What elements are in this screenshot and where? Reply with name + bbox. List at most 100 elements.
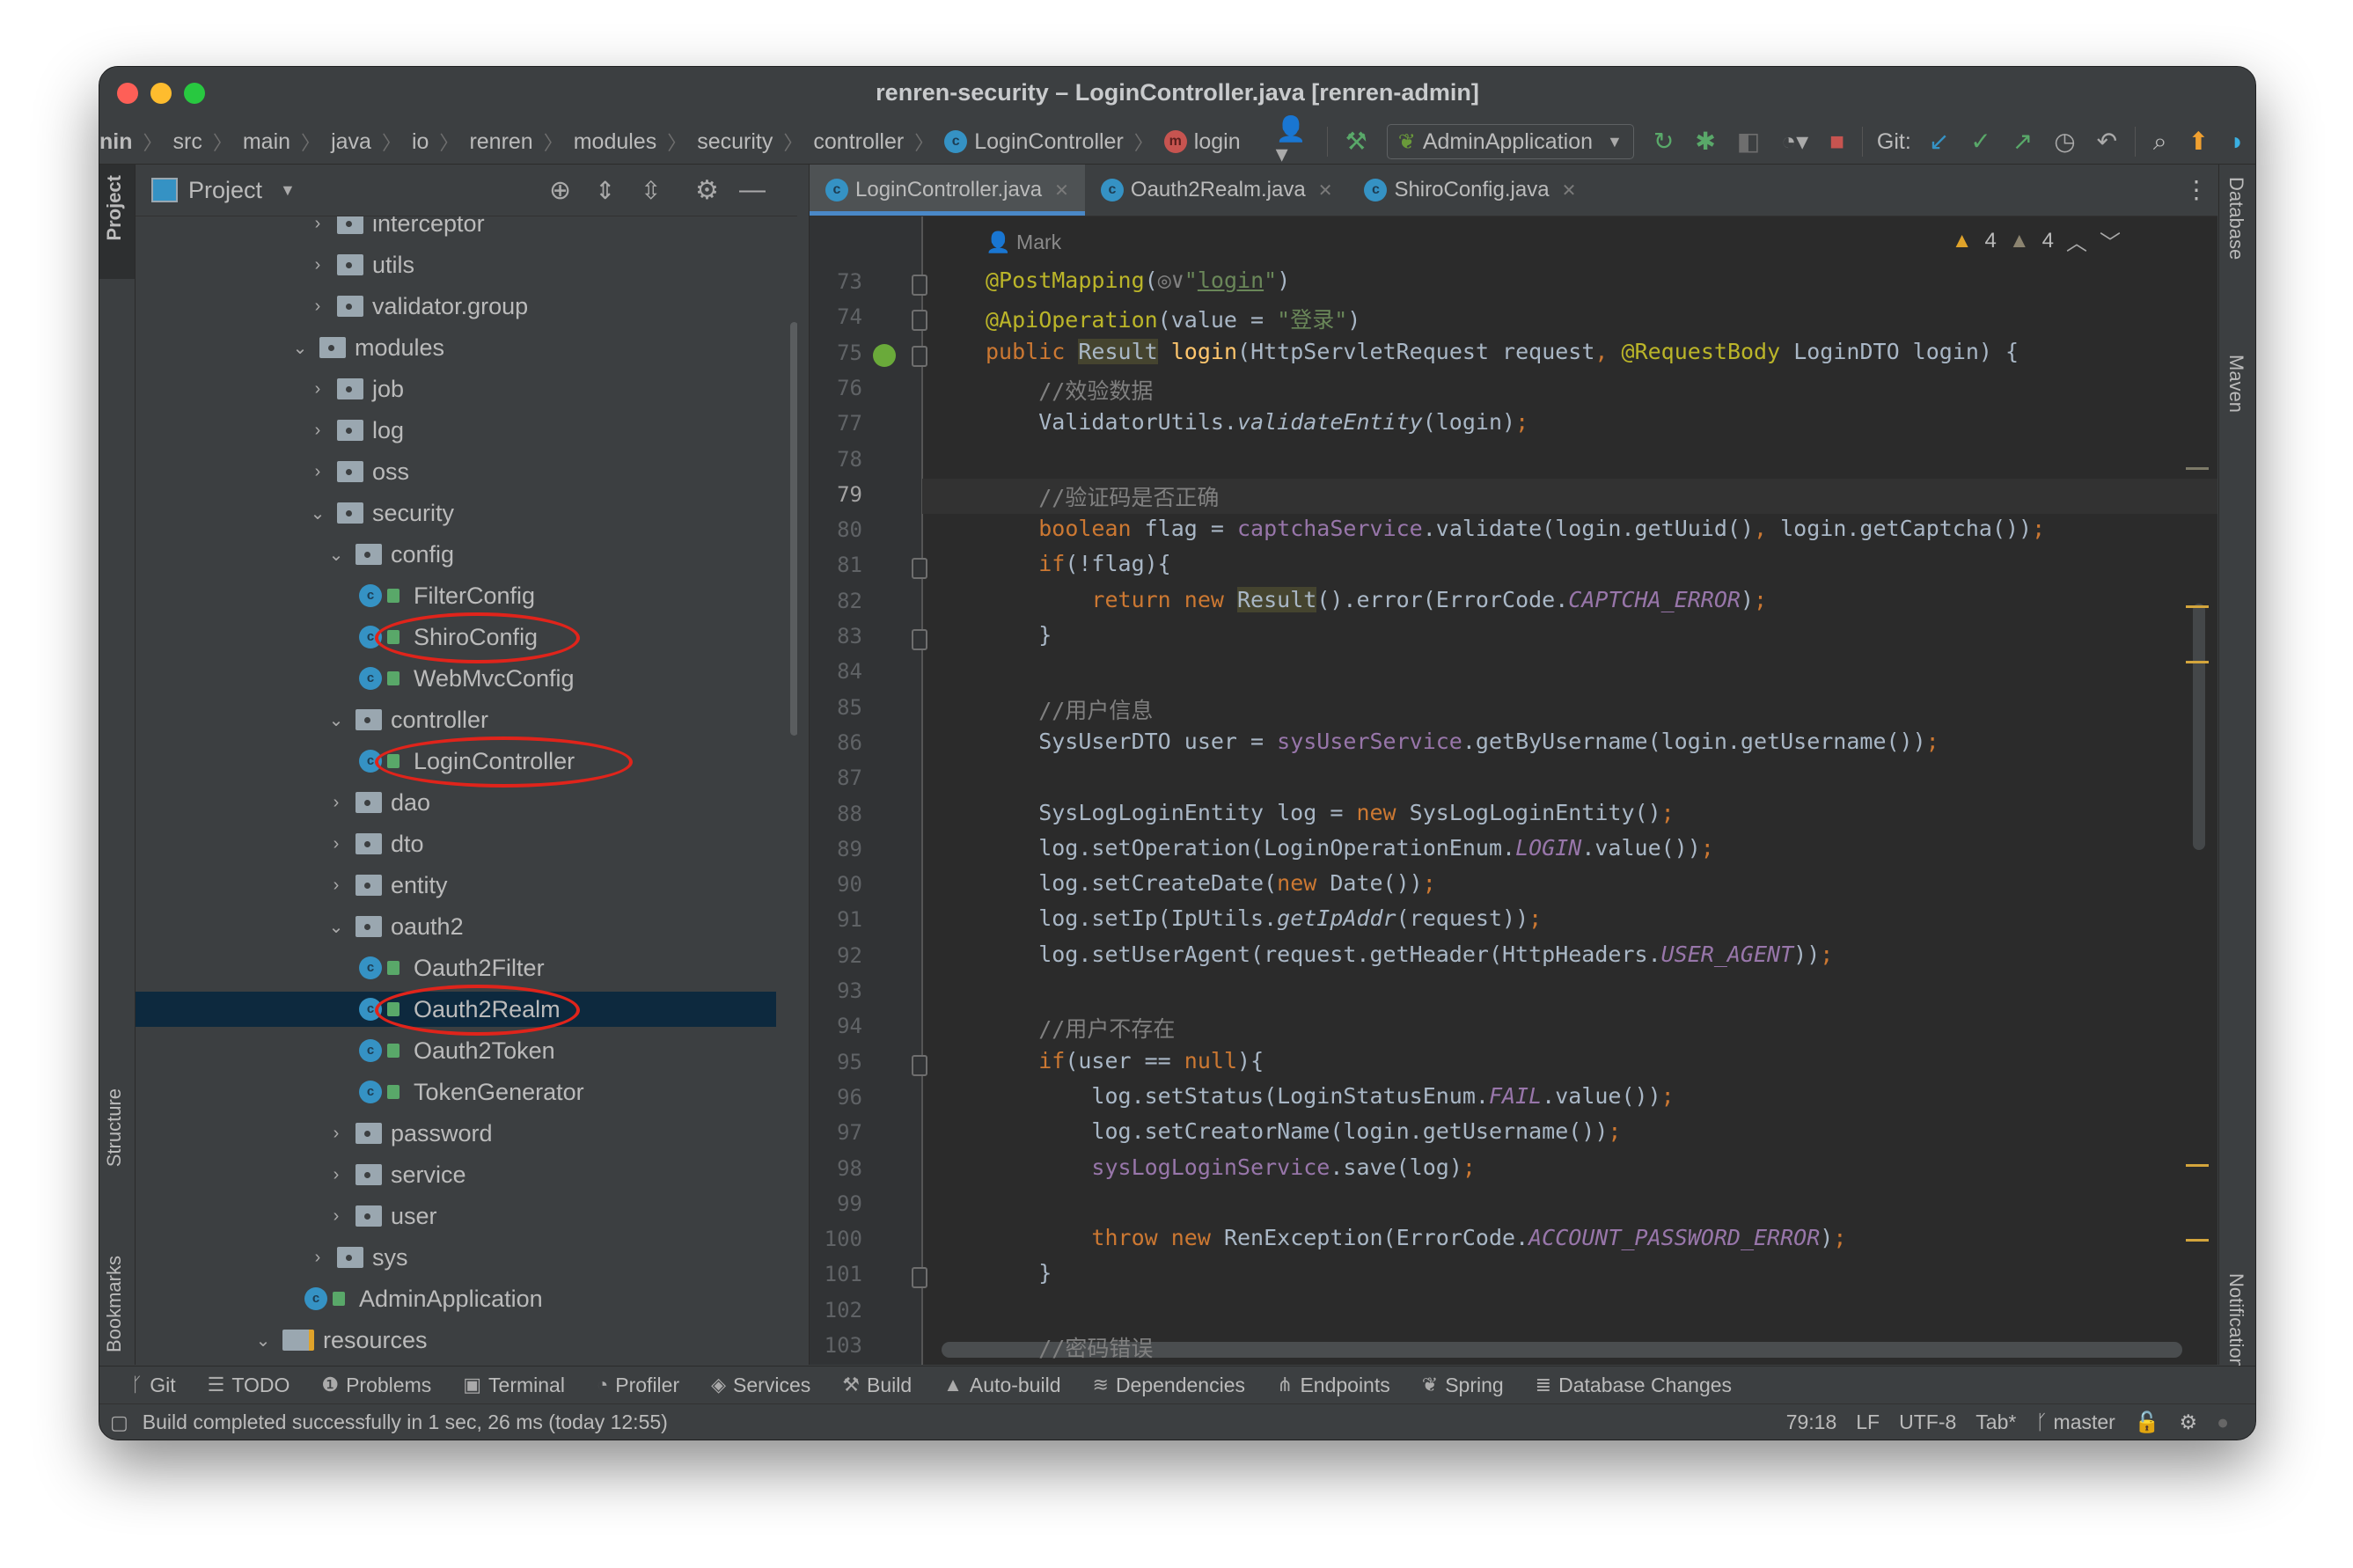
line-number[interactable]: 98 [810,1156,862,1181]
coverage-icon[interactable]: ◧ [1737,129,1760,154]
chevron-right-icon[interactable]: › [307,216,328,234]
chevron-right-icon[interactable]: › [326,876,347,896]
chevron-down-icon[interactable]: ⌄ [326,916,347,938]
fold-marker-icon[interactable] [912,1054,927,1076]
line-number[interactable]: 89 [810,837,862,861]
update-available-icon[interactable]: ⬆ [2188,129,2209,154]
run-configuration-select[interactable]: ❦ AdminApplication ▼ [1386,124,1634,159]
code-editor[interactable]: 👤 Mark ▲ 4 ▲ 4 ︿ ﹀ 72 73 @PostMapping(◎∨"log… [810,216,2217,1365]
next-highlight-icon[interactable]: ﹀ [2100,225,2121,256]
fold-marker-icon[interactable] [912,275,927,296]
tool-window-problems[interactable]: ❶ Problems [321,1374,431,1397]
line-number[interactable]: 99 [810,1191,862,1216]
search-icon[interactable]: ⌕ [2153,129,2167,154]
fold-marker-icon[interactable] [912,629,927,650]
indent-setting[interactable]: Tab* [1975,1410,2016,1434]
tool-window-todo[interactable]: ☰ TODO [208,1374,290,1397]
editor-tab[interactable]: c LoginController.java ✕ [810,165,1085,216]
tool-window-terminal[interactable]: ▣ Terminal [463,1374,565,1397]
tree-item-folder[interactable]: ⌄mapper [136,1364,776,1365]
line-number[interactable]: 103 [810,1333,862,1358]
breadcrumb-item[interactable]: io [412,129,429,155]
tree-item-folder[interactable]: ⌄ config [136,537,776,572]
code-line[interactable]: //密码错误 [986,1331,1153,1363]
chevron-right-icon[interactable]: › [326,793,347,813]
code-line[interactable]: log.setCreatorName(login.getUsername()); [986,1118,1621,1144]
tree-item-folder[interactable]: › service [136,1157,776,1192]
chevron-down-icon[interactable]: ⌄ [326,709,347,731]
chevron-right-icon[interactable]: › [307,462,328,482]
code-line[interactable]: log.setOperation(LoginOperationEnum.LOGI… [986,835,1714,861]
line-number[interactable]: 79 [810,482,862,507]
tool-window-spring[interactable]: ❦ Spring [1422,1374,1504,1397]
code-line[interactable]: SysUserDTO user = sysUserService.getByUs… [986,729,1939,754]
chevron-right-icon[interactable]: › [326,1206,347,1227]
chevron-down-icon[interactable]: ⌄ [307,502,328,524]
tree-item-class[interactable]: c LoginController [136,744,776,779]
line-number[interactable]: 83 [810,624,862,648]
tree-item-class[interactable]: c Oauth2Token [136,1033,776,1068]
event-indicator-icon[interactable]: ● [2217,1410,2229,1434]
line-number[interactable]: 101 [810,1262,862,1286]
git-history-icon[interactable]: ◷ [2054,129,2075,154]
code-line[interactable]: } [986,1260,1052,1286]
previous-highlight-icon[interactable]: ︿ [2066,225,2087,256]
editor-vertical-scrollbar[interactable] [2193,604,2205,850]
tree-item-folder[interactable]: › password [136,1116,776,1151]
line-number[interactable]: 81 [810,553,862,577]
gear-icon[interactable]: ⚙ [695,175,719,206]
tree-item-class[interactable]: c TokenGenerator [136,1074,776,1110]
fold-marker-icon[interactable] [912,310,927,332]
caret-position[interactable]: 79:18 [1786,1410,1837,1434]
chevron-right-icon[interactable]: › [307,255,328,275]
line-number[interactable]: 76 [810,376,862,400]
breadcrumb-item[interactable]: c LoginController [944,129,1124,155]
code-line[interactable]: log.setIp(IpUtils.getIpAddr(request)); [986,905,1542,931]
line-number[interactable]: 102 [810,1298,862,1323]
more-tabs-icon[interactable]: ⋮ [2184,175,2209,204]
tool-window-auto-build[interactable]: ▲ Auto-build [943,1374,1060,1397]
close-tab-icon[interactable]: ✕ [1562,180,1577,201]
warning-stripe-mark[interactable] [2186,605,2209,608]
warning-stripe-mark[interactable] [2186,1239,2209,1242]
tree-item-folder[interactable]: › interceptor [136,216,776,241]
line-number[interactable]: 75 [810,341,862,365]
editor-tab[interactable]: c Oauth2Realm.java ✕ [1085,165,1349,216]
breadcrumb-item[interactable]: src [173,129,202,155]
toggle-tool-windows-icon[interactable]: ▢ [110,1411,128,1434]
tree-item-folder[interactable]: › user [136,1198,776,1234]
git-commit-icon[interactable]: ✓ [1970,129,1990,154]
line-number[interactable]: 87 [810,766,862,790]
code-line[interactable]: throw new RenException(ErrorCode.ACCOUNT… [986,1225,1846,1250]
code-line[interactable]: //用户不存在 [986,1012,1175,1044]
close-tab-icon[interactable]: ✕ [1054,180,1069,201]
breadcrumb-item[interactable]: java [331,129,371,155]
code-line[interactable]: ValidatorUtils.validateEntity(login); [986,409,1528,435]
profile-run-icon[interactable]: ◔▾ [1781,129,1808,154]
warning-stripe-mark[interactable] [2186,661,2209,663]
chevron-right-icon[interactable]: › [307,379,328,399]
tree-item-class[interactable]: c Oauth2Filter [136,950,776,985]
chevron-right-icon[interactable]: › [307,421,328,441]
expand-all-icon[interactable]: ⇕ [595,176,615,205]
tree-item-folder[interactable]: ⌄ security [136,495,776,531]
close-tab-icon[interactable]: ✕ [1318,180,1333,201]
breadcrumb-item[interactable]: nin [99,129,133,155]
line-number[interactable]: 80 [810,517,862,542]
line-number[interactable]: 78 [810,447,862,472]
fold-marker-icon[interactable] [912,558,927,580]
tool-window-profiler[interactable]: ◔ Profiler [597,1374,679,1397]
tree-item-class[interactable]: c WebMvcConfig [136,661,776,696]
tool-window-dependencies[interactable]: ≋ Dependencies [1093,1374,1246,1397]
tool-window-database-changes[interactable]: ≣ Database Changes [1536,1374,1732,1397]
stop-icon[interactable]: ■ [1829,129,1844,154]
git-update-icon[interactable]: ↙ [1929,129,1949,154]
project-tool-tab[interactable]: Project [99,165,135,279]
line-number[interactable]: 92 [810,943,862,968]
debug-bug-icon[interactable]: ✱ [1695,129,1715,154]
code-line[interactable]: log.setUserAgent(request.getHeader(HttpH… [986,942,1833,967]
tree-item-folder[interactable]: ⌄ controller [136,702,776,737]
bookmarks-tool-tab[interactable]: Bookmarks [103,1256,126,1352]
tool-window-git[interactable]: ᚴ Git [131,1374,176,1397]
line-number[interactable]: 74 [810,304,862,329]
